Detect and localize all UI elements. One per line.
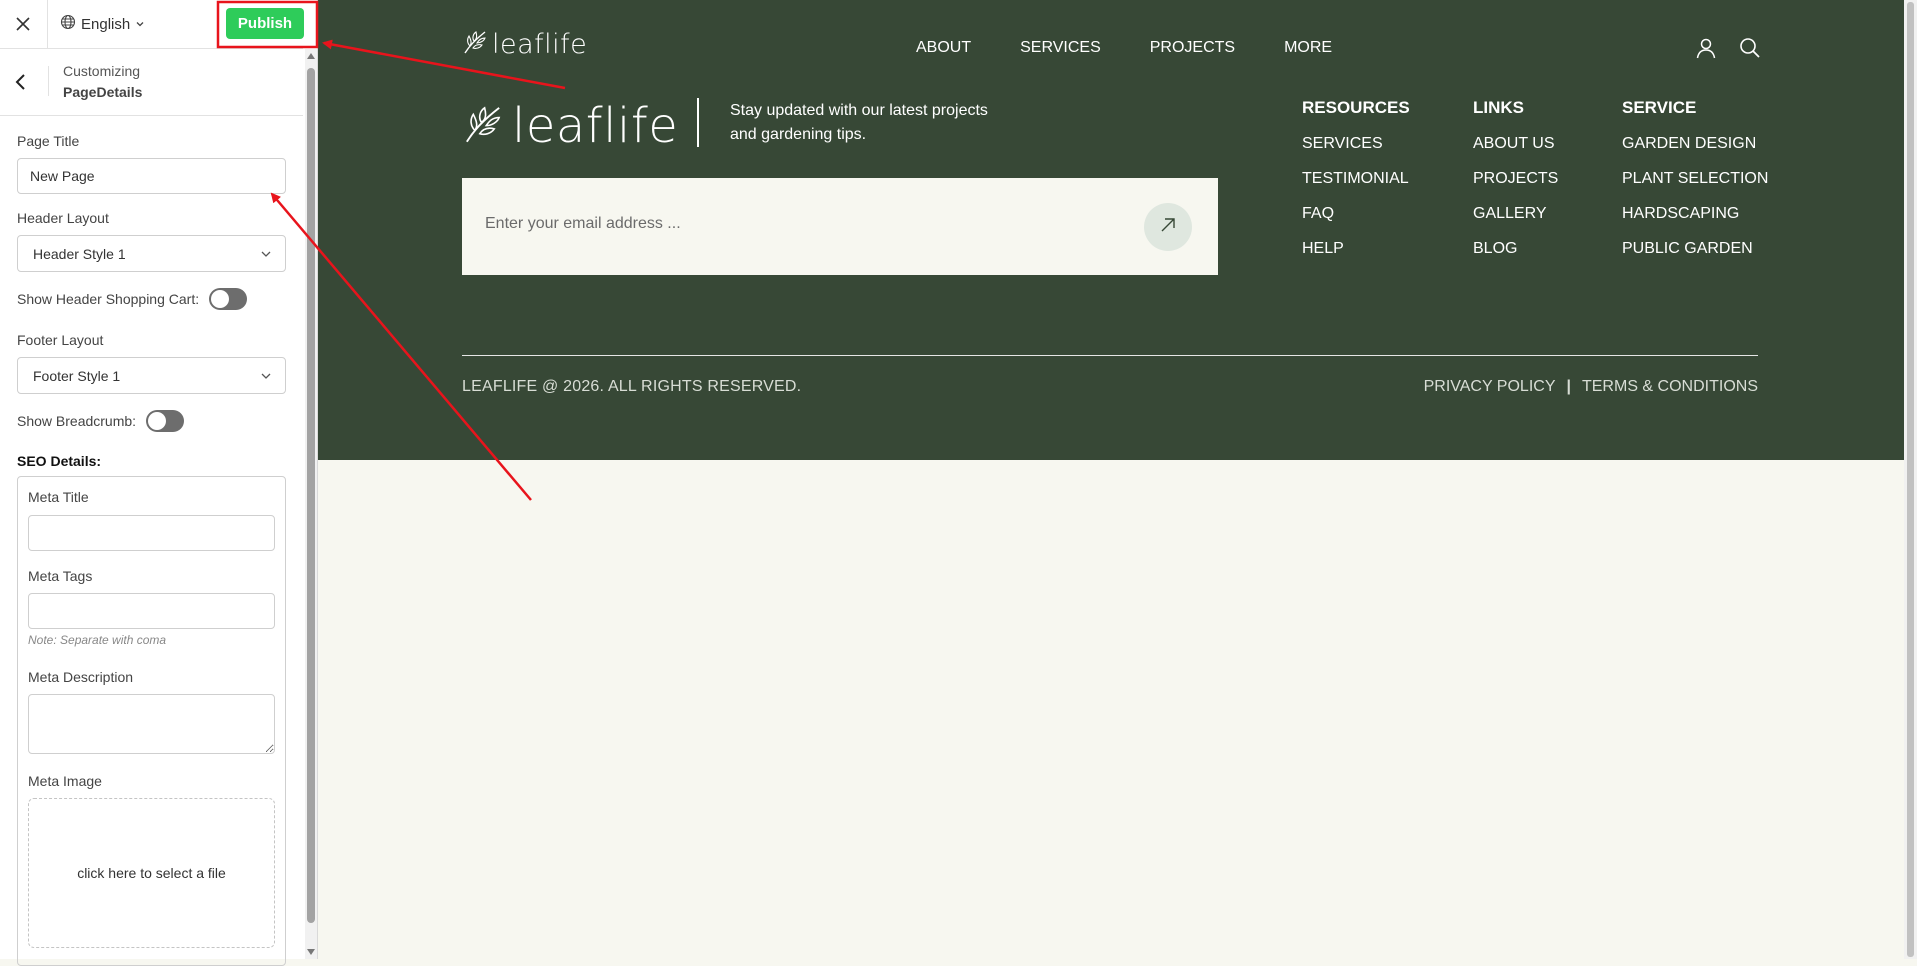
meta-tags-note: Note: Separate with coma bbox=[28, 633, 167, 647]
divider bbox=[697, 98, 699, 147]
footer-column-service: SERVICE GARDEN DESIGN PLANT SELECTION HA… bbox=[1622, 98, 1768, 275]
column-heading: SERVICE bbox=[1622, 98, 1697, 117]
terms-link[interactable]: TERMS & CONDITIONS bbox=[1582, 378, 1758, 396]
footer-link[interactable]: SERVICES bbox=[1302, 135, 1410, 153]
meta-image-dropzone[interactable]: click here to select a file bbox=[28, 798, 275, 948]
meta-image-label: Meta Image bbox=[28, 773, 102, 789]
page-scrollbar[interactable] bbox=[1904, 0, 1917, 959]
page-scroll-thumb[interactable] bbox=[1907, 2, 1914, 957]
footer-tagline: Stay updated with our latest projects an… bbox=[730, 102, 988, 143]
newsletter-form bbox=[462, 178, 1218, 275]
show-cart-toggle[interactable] bbox=[209, 288, 248, 310]
scroll-up-arrow-icon[interactable] bbox=[307, 53, 315, 59]
footer-logo-text: leaflife bbox=[512, 98, 679, 154]
footer-layout-label: Footer Layout bbox=[17, 332, 104, 348]
legal-links: PRIVACY POLICY | TERMS & CONDITIONS bbox=[1424, 378, 1758, 396]
meta-tags-input[interactable] bbox=[28, 593, 275, 629]
seo-box: Meta Title Meta Tags Note: Separate with… bbox=[17, 476, 286, 966]
breadcrumb: Customizing bbox=[63, 63, 141, 79]
footer-link[interactable]: HARDSCAPING bbox=[1622, 205, 1768, 223]
chevron-down-icon bbox=[135, 16, 145, 33]
scroll-down-arrow-icon[interactable] bbox=[307, 949, 315, 955]
meta-description-input[interactable] bbox=[28, 694, 275, 754]
footer-link[interactable]: BLOG bbox=[1473, 240, 1558, 258]
scroll-thumb[interactable] bbox=[307, 68, 315, 923]
logo-text: leaflife bbox=[492, 29, 588, 60]
chevron-down-icon bbox=[259, 369, 273, 383]
page-title-input[interactable] bbox=[17, 158, 286, 194]
newsletter-submit-button[interactable] bbox=[1144, 203, 1192, 251]
customizer-subheader: Customizing PageDetails bbox=[0, 49, 303, 116]
footer-link[interactable]: PUBLIC GARDEN bbox=[1622, 240, 1768, 258]
section-title: PageDetails bbox=[63, 84, 143, 100]
meta-title-label: Meta Title bbox=[28, 489, 89, 505]
leaf-logo-icon bbox=[462, 29, 488, 60]
show-breadcrumb-row: Show Breadcrumb: bbox=[17, 410, 185, 432]
language-label: English bbox=[81, 15, 131, 33]
file-prompt: click here to select a file bbox=[77, 865, 226, 881]
footer-link[interactable]: HELP bbox=[1302, 240, 1410, 258]
leaf-logo-icon bbox=[462, 103, 504, 150]
header-logo[interactable]: leaflife bbox=[462, 29, 587, 60]
footer-link[interactable]: FAQ bbox=[1302, 205, 1410, 223]
main-nav: ABOUT SERVICES PROJECTS MORE bbox=[916, 39, 1332, 57]
customizer-panel: English Publish Customizing PageDetails … bbox=[0, 0, 318, 966]
nav-item-about[interactable]: ABOUT bbox=[916, 39, 971, 57]
seo-heading: SEO Details: bbox=[17, 453, 102, 469]
meta-description-label: Meta Description bbox=[28, 669, 134, 685]
footer-link[interactable]: ABOUT US bbox=[1473, 135, 1558, 153]
footer-column-links: LINKS ABOUT US PROJECTS GALLERY BLOG bbox=[1473, 98, 1558, 275]
nav-item-more[interactable]: MORE bbox=[1284, 39, 1332, 57]
footer-layout-value: Footer Style 1 bbox=[33, 368, 121, 384]
copyright-text: LEAFLIFE @ 2026. ALL RIGHTS RESERVED. bbox=[462, 378, 802, 395]
footer-link[interactable]: PLANT SELECTION bbox=[1622, 170, 1768, 188]
publish-button[interactable]: Publish bbox=[226, 8, 304, 39]
back-arrow-icon[interactable] bbox=[10, 71, 32, 93]
meta-title-input[interactable] bbox=[28, 515, 275, 551]
nav-item-services[interactable]: SERVICES bbox=[1020, 39, 1101, 57]
privacy-policy-link[interactable]: PRIVACY POLICY bbox=[1424, 378, 1556, 396]
legal-separator: | bbox=[1566, 378, 1571, 395]
arrow-up-right-icon bbox=[1158, 215, 1178, 240]
user-icon[interactable] bbox=[1694, 36, 1718, 60]
close-icon[interactable] bbox=[11, 12, 35, 36]
chevron-down-icon bbox=[259, 247, 273, 261]
header-layout-select[interactable]: Header Style 1 bbox=[17, 235, 286, 272]
site-preview-footer: leaflife ABOUT SERVICES PROJECTS MORE le… bbox=[318, 0, 1904, 460]
column-heading: LINKS bbox=[1473, 98, 1524, 117]
footer-logo: leaflife bbox=[462, 98, 678, 154]
header-layout-label: Header Layout bbox=[17, 210, 109, 226]
show-cart-row: Show Header Shopping Cart: bbox=[17, 288, 248, 310]
header-layout-value: Header Style 1 bbox=[33, 246, 126, 262]
meta-tags-label: Meta Tags bbox=[28, 568, 93, 584]
globe-icon bbox=[60, 14, 76, 34]
footer-column-resources: RESOURCES SERVICES TESTIMONIAL FAQ HELP bbox=[1302, 98, 1410, 275]
newsletter-email-input[interactable] bbox=[485, 215, 1085, 233]
footer-link[interactable]: PROJECTS bbox=[1473, 170, 1558, 188]
search-icon[interactable] bbox=[1738, 36, 1762, 60]
footer-divider bbox=[462, 355, 1758, 356]
divider bbox=[48, 66, 49, 96]
show-breadcrumb-label: Show Breadcrumb: bbox=[17, 413, 137, 429]
column-heading: RESOURCES bbox=[1302, 98, 1410, 117]
footer-link[interactable]: GALLERY bbox=[1473, 205, 1558, 223]
customizer-topbar: English Publish bbox=[0, 0, 304, 49]
show-cart-label: Show Header Shopping Cart: bbox=[17, 291, 200, 307]
footer-link[interactable]: GARDEN DESIGN bbox=[1622, 135, 1768, 153]
page-title-label: Page Title bbox=[17, 133, 80, 149]
show-breadcrumb-toggle[interactable] bbox=[146, 410, 185, 432]
language-selector[interactable]: English bbox=[60, 13, 145, 35]
panel-scrollbar[interactable] bbox=[305, 49, 317, 959]
nav-item-projects[interactable]: PROJECTS bbox=[1150, 39, 1235, 57]
footer-link[interactable]: TESTIMONIAL bbox=[1302, 170, 1410, 188]
divider bbox=[47, 0, 48, 49]
footer-layout-select[interactable]: Footer Style 1 bbox=[17, 357, 286, 394]
